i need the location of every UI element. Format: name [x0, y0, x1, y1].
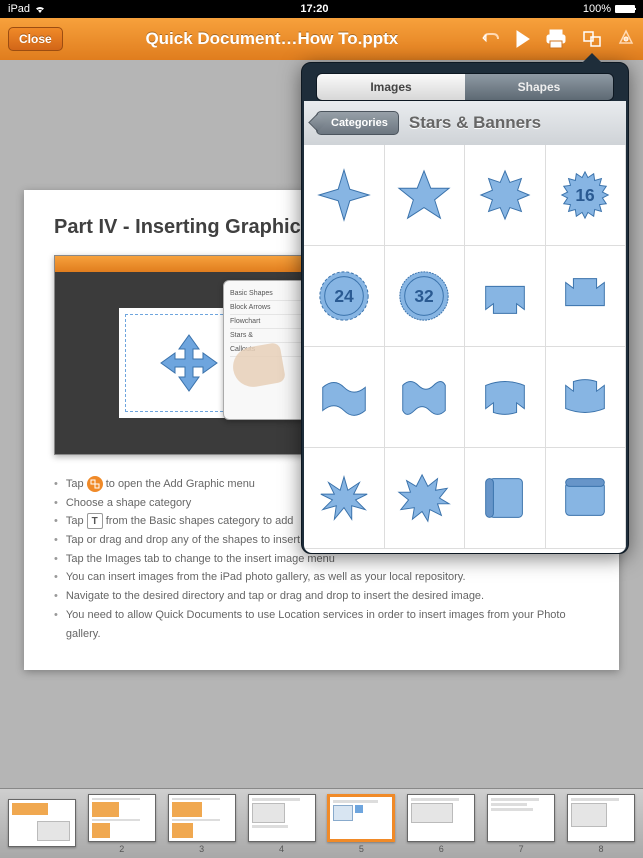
device-label: iPad: [8, 3, 30, 15]
text-shape-inline-icon: T: [87, 513, 103, 529]
status-time: 17:20: [300, 3, 328, 15]
close-button[interactable]: Close: [8, 27, 63, 51]
shape-explosion-2[interactable]: [385, 448, 466, 549]
battery-percent: 100%: [583, 3, 611, 15]
shape-explosion-1[interactable]: [304, 448, 385, 549]
svg-text:32: 32: [415, 286, 434, 306]
embedded-screenshot: Basic Shapes Block Arrows Flowchart Star…: [54, 255, 324, 455]
shape-5point-star[interactable]: [385, 145, 466, 246]
slide-thumb-3[interactable]: [168, 794, 236, 842]
status-bar: iPad 17:20 100%: [0, 0, 643, 18]
thumbnail-strip: 2 3 4 5 6 7 8: [0, 788, 643, 858]
undo-icon[interactable]: [481, 29, 501, 49]
shape-32point-seal[interactable]: 32: [385, 246, 466, 347]
slide-thumb-2[interactable]: [88, 794, 156, 842]
shape-ribbon-down[interactable]: [546, 246, 627, 347]
category-title: Stars & Banners: [409, 113, 541, 133]
slide-thumb-8[interactable]: [567, 794, 635, 842]
slide-thumb-1[interactable]: [8, 799, 76, 847]
shape-grid: 16 24 32: [304, 145, 626, 553]
shape-horizontal-scroll[interactable]: [546, 448, 627, 549]
svg-text:16: 16: [576, 185, 596, 205]
shape-16point-seal[interactable]: 16: [546, 145, 627, 246]
shape-vertical-scroll[interactable]: [465, 448, 546, 549]
add-graphic-inline-icon: [87, 476, 103, 492]
tools-icon[interactable]: [617, 29, 635, 49]
shape-curved-ribbon-up[interactable]: [465, 347, 546, 448]
add-graphic-icon[interactable]: [581, 29, 603, 49]
slide-thumb-4[interactable]: [248, 794, 316, 842]
slide-thumb-5[interactable]: [327, 794, 395, 842]
main-toolbar: Close Quick Document…How To.pptx: [0, 18, 643, 60]
play-icon[interactable]: [515, 30, 531, 48]
popover-tabs: Images Shapes: [316, 73, 614, 101]
battery-icon: [615, 5, 635, 13]
slide-thumb-6[interactable]: [407, 794, 475, 842]
categories-back-button[interactable]: Categories: [316, 111, 399, 135]
print-icon[interactable]: [545, 29, 567, 49]
shape-ribbon-up[interactable]: [465, 246, 546, 347]
shape-curved-ribbon-down[interactable]: [546, 347, 627, 448]
document-title: Quick Document…How To.pptx: [73, 29, 471, 49]
shape-8point-star[interactable]: [465, 145, 546, 246]
svg-text:24: 24: [334, 286, 354, 306]
shape-24point-seal[interactable]: 24: [304, 246, 385, 347]
shapes-popover: Images Shapes Categories Stars & Banners…: [301, 62, 629, 554]
tab-shapes[interactable]: Shapes: [465, 74, 613, 100]
shape-4point-star[interactable]: [304, 145, 385, 246]
tab-images[interactable]: Images: [317, 74, 465, 100]
shape-wave-double[interactable]: [385, 347, 466, 448]
wifi-icon: [34, 4, 46, 14]
slide-thumb-7[interactable]: [487, 794, 555, 842]
shape-wave-single[interactable]: [304, 347, 385, 448]
